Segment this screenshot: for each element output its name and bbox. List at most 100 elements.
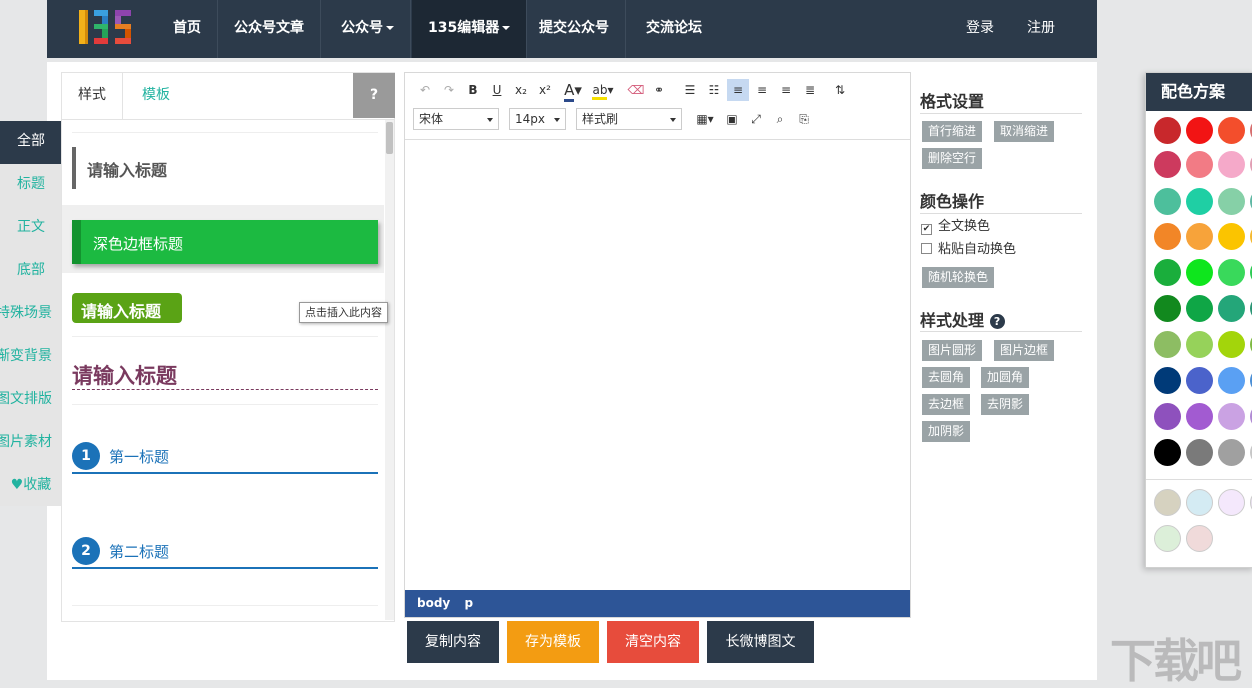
style-sample-left-bar-title[interactable]: 请输入标题: [72, 147, 378, 189]
full-recolor-checkbox[interactable]: ✔全文换色: [921, 218, 990, 236]
color-swatch[interactable]: [1154, 489, 1181, 516]
color-swatch[interactable]: [1186, 151, 1213, 178]
add-radius-button[interactable]: 加圆角: [981, 367, 1029, 388]
color-swatch[interactable]: [1218, 151, 1245, 178]
135-logo[interactable]: [77, 4, 139, 48]
remove-shadow-button[interactable]: 去阴影: [981, 394, 1029, 415]
color-swatch[interactable]: [1218, 367, 1245, 394]
style-sample-dark-border-title[interactable]: 深色边框标题: [72, 220, 378, 264]
nav-articles[interactable]: 公众号文章: [218, 0, 321, 58]
random-color-button[interactable]: 随机轮换色: [922, 267, 994, 288]
color-swatch[interactable]: [1154, 331, 1181, 358]
color-swatch[interactable]: [1186, 259, 1213, 286]
category-body[interactable]: 正文: [0, 207, 62, 250]
paste-auto-recolor-checkbox[interactable]: 粘贴自动换色: [921, 241, 1016, 259]
status-path-body[interactable]: body: [417, 596, 450, 610]
nav-accounts[interactable]: 公众号: [325, 0, 411, 58]
nav-submit[interactable]: 提交公众号: [523, 0, 626, 58]
category-favorites[interactable]: ♥收藏: [0, 465, 62, 508]
scrollbar-thumb[interactable]: [386, 122, 393, 154]
save-template-button[interactable]: 存为模板: [507, 621, 599, 663]
font-size-select[interactable]: 14px: [509, 108, 566, 130]
tab-styles[interactable]: 样式: [62, 73, 123, 120]
color-swatch[interactable]: [1154, 367, 1181, 394]
cancel-indent-button[interactable]: 取消缩进: [994, 121, 1054, 142]
align-center-icon[interactable]: ≡: [751, 79, 773, 101]
category-all[interactable]: 全部: [0, 121, 62, 164]
status-path-p[interactable]: p: [464, 596, 473, 610]
undo-icon[interactable]: ↶: [414, 79, 436, 101]
color-swatch[interactable]: [1186, 223, 1213, 250]
preview-icon[interactable]: ⌕: [769, 108, 791, 130]
paste-icon[interactable]: ⎘: [793, 108, 815, 130]
category-title[interactable]: 标题: [0, 164, 62, 207]
category-images[interactable]: 图片素材: [0, 422, 62, 465]
color-swatch[interactable]: [1186, 403, 1213, 430]
category-special[interactable]: 特殊场景: [0, 293, 62, 336]
color-swatch[interactable]: [1186, 117, 1213, 144]
font-color-icon[interactable]: A▾: [560, 79, 586, 101]
register-link[interactable]: 注册: [1027, 0, 1055, 58]
remove-radius-button[interactable]: 去圆角: [922, 367, 970, 388]
checkbox-unchecked[interactable]: [921, 243, 932, 254]
fullscreen-icon[interactable]: ⤢: [745, 108, 767, 130]
color-swatch[interactable]: [1186, 439, 1213, 466]
eraser-icon[interactable]: ⌫: [625, 79, 647, 101]
color-swatch[interactable]: [1218, 223, 1245, 250]
align-left-icon[interactable]: ≡: [727, 79, 749, 101]
color-swatch[interactable]: [1154, 151, 1181, 178]
copy-content-button[interactable]: 复制内容: [407, 621, 499, 663]
unordered-list-icon[interactable]: ☷: [703, 79, 725, 101]
line-height-icon[interactable]: ⇅: [829, 79, 851, 101]
ordered-list-icon[interactable]: ☰: [679, 79, 701, 101]
underline-icon[interactable]: U: [486, 79, 508, 101]
bold-icon[interactable]: B: [462, 79, 484, 101]
color-swatch[interactable]: [1154, 188, 1181, 215]
style-sample-green-badge-title[interactable]: 请输入标题: [72, 293, 182, 323]
question-icon[interactable]: ?: [990, 314, 1005, 329]
color-swatch[interactable]: [1218, 331, 1245, 358]
color-swatch[interactable]: [1218, 489, 1245, 516]
color-swatch[interactable]: [1186, 331, 1213, 358]
nav-forum[interactable]: 交流论坛: [630, 0, 718, 58]
color-swatch[interactable]: [1154, 259, 1181, 286]
help-button[interactable]: ?: [353, 73, 395, 118]
color-swatch[interactable]: [1154, 403, 1181, 430]
remove-empty-lines-button[interactable]: 删除空行: [922, 148, 982, 169]
color-swatch[interactable]: [1154, 439, 1181, 466]
editor-content-area[interactable]: [405, 141, 910, 589]
nav-editor[interactable]: 135编辑器: [412, 0, 527, 58]
nav-home[interactable]: 首页: [157, 0, 218, 58]
color-swatch[interactable]: [1154, 525, 1181, 552]
clear-content-button[interactable]: 清空内容: [607, 621, 699, 663]
long-weibo-button[interactable]: 长微博图文: [707, 621, 814, 663]
color-swatch[interactable]: [1154, 223, 1181, 250]
tab-templates[interactable]: 模板: [126, 73, 186, 120]
color-swatch[interactable]: [1186, 525, 1213, 552]
category-gradient[interactable]: 渐变背景: [0, 336, 62, 379]
first-line-indent-button[interactable]: 首行缩进: [922, 121, 982, 142]
subscript-icon[interactable]: x₂: [510, 79, 532, 101]
style-sample-numbered-title-2[interactable]: 2 第二标题: [72, 537, 378, 569]
checkbox-checked[interactable]: ✔: [921, 224, 932, 235]
image-round-button[interactable]: 图片圆形: [922, 340, 982, 361]
font-family-select[interactable]: 宋体: [413, 108, 499, 130]
superscript-icon[interactable]: x²: [534, 79, 556, 101]
color-swatch[interactable]: [1218, 188, 1245, 215]
highlight-icon[interactable]: ab▾: [590, 79, 616, 101]
format-brush-select[interactable]: 样式刷: [576, 108, 682, 130]
table-icon[interactable]: ▦▾: [692, 108, 718, 130]
find-replace-icon[interactable]: ⚭: [648, 79, 670, 101]
color-swatch[interactable]: [1218, 259, 1245, 286]
color-swatch[interactable]: [1218, 117, 1245, 144]
redo-icon[interactable]: ↷: [438, 79, 460, 101]
image-icon[interactable]: ▣: [721, 108, 743, 130]
align-justify-icon[interactable]: ≣: [799, 79, 821, 101]
category-layout[interactable]: 图文排版: [0, 379, 62, 422]
login-link[interactable]: 登录: [966, 0, 994, 58]
color-swatch[interactable]: [1218, 403, 1245, 430]
color-swatch[interactable]: [1186, 188, 1213, 215]
align-right-icon[interactable]: ≡: [775, 79, 797, 101]
style-sample-numbered-title-1[interactable]: 1 第一标题: [72, 442, 378, 474]
color-swatch[interactable]: [1154, 117, 1181, 144]
